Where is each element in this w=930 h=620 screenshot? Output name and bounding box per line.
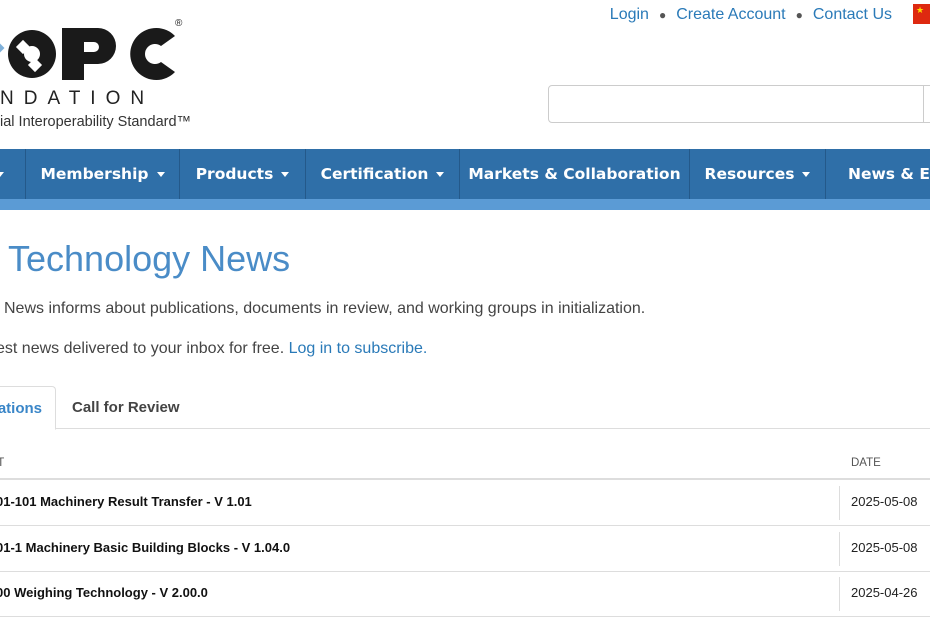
flag-star-icon: ★ bbox=[916, 5, 925, 15]
nav-item-label: Markets & Collaboration bbox=[468, 165, 681, 183]
main-navbar: Membership Products Certification Market… bbox=[0, 149, 930, 199]
chevron-down-icon bbox=[0, 171, 4, 177]
nav-item-resources[interactable]: Resources bbox=[690, 149, 826, 199]
intro-text: News informs about publications, documen… bbox=[4, 300, 646, 317]
page-title: Technology News bbox=[8, 238, 291, 279]
nav-item-markets-collaboration[interactable]: Markets & Collaboration bbox=[460, 149, 690, 199]
nav-item-label: Membership bbox=[40, 165, 149, 183]
contact-us-link[interactable]: Contact Us bbox=[813, 6, 892, 24]
login-link[interactable]: Login bbox=[610, 6, 649, 24]
chevron-down-icon bbox=[281, 171, 290, 177]
row-title[interactable]: 00 Weighing Technology - V 2.00.0 bbox=[0, 585, 208, 600]
nav-item-label: News & Eve bbox=[848, 165, 930, 183]
logo-foundation-text: NDATION bbox=[0, 88, 155, 109]
table-row[interactable]: 00 Weighing Technology - V 2.00.0 2025-0… bbox=[0, 571, 930, 617]
separator-dot: ● bbox=[795, 8, 803, 22]
chevron-down-icon bbox=[156, 171, 165, 177]
news-tabs: ations Call for Review bbox=[0, 386, 930, 430]
search-input[interactable] bbox=[549, 86, 930, 122]
row-title[interactable]: 01-1 Machinery Basic Building Blocks - V… bbox=[0, 540, 290, 555]
nav-item-certification[interactable]: Certification bbox=[306, 149, 460, 199]
navbar-accent-strip bbox=[0, 199, 930, 210]
row-title[interactable]: 01-101 Machinery Result Transfer - V 1.0… bbox=[0, 494, 252, 509]
opc-foundation-logo[interactable]: ® NDATION ial Interoperability Standard™ bbox=[0, 14, 210, 134]
nav-item-membership[interactable]: Membership bbox=[26, 149, 180, 199]
table-header: IT DATE bbox=[0, 449, 930, 480]
cell-divider bbox=[839, 577, 840, 611]
tab-call-for-review[interactable]: Call for Review bbox=[72, 386, 180, 429]
cell-divider bbox=[839, 532, 840, 566]
search-box bbox=[548, 85, 930, 123]
row-date: 2025-05-08 bbox=[851, 540, 918, 555]
nav-item-about[interactable] bbox=[0, 149, 26, 199]
tab-publications[interactable]: ations bbox=[0, 386, 56, 430]
search-button[interactable] bbox=[923, 86, 930, 122]
logo-tagline: ial Interoperability Standard™ bbox=[0, 114, 192, 130]
chevron-down-icon bbox=[436, 171, 445, 177]
column-header-date[interactable]: DATE bbox=[851, 457, 881, 469]
column-header-document[interactable]: IT bbox=[0, 457, 4, 469]
china-flag-icon[interactable]: ★ bbox=[913, 4, 930, 24]
nav-item-label: Products bbox=[195, 165, 274, 183]
registered-mark: ® bbox=[175, 18, 183, 29]
cell-divider bbox=[839, 486, 840, 520]
nav-item-label: Certification bbox=[320, 165, 429, 183]
separator-dot: ● bbox=[658, 8, 667, 22]
chevron-down-icon bbox=[802, 171, 811, 177]
nav-item-news-events[interactable]: News & Eve bbox=[826, 149, 930, 199]
top-links: Login ● Create Account ● Contact Us bbox=[610, 6, 892, 24]
nav-item-products[interactable]: Products bbox=[180, 149, 306, 199]
row-date: 2025-05-08 bbox=[851, 494, 918, 509]
logo-graphic bbox=[0, 28, 175, 81]
row-date: 2025-04-26 bbox=[851, 585, 918, 600]
create-account-link[interactable]: Create Account bbox=[676, 6, 785, 24]
login-to-subscribe-link[interactable]: Log in to subscribe. bbox=[289, 340, 428, 357]
nav-item-label: Resources bbox=[704, 165, 795, 183]
subscribe-text: est news delivered to your inbox for fre… bbox=[0, 340, 427, 358]
table-row[interactable]: 01-1 Machinery Basic Building Blocks - V… bbox=[0, 526, 930, 572]
subscribe-prefix: est news delivered to your inbox for fre… bbox=[0, 340, 289, 357]
table-row[interactable]: 01-101 Machinery Result Transfer - V 1.0… bbox=[0, 480, 930, 526]
